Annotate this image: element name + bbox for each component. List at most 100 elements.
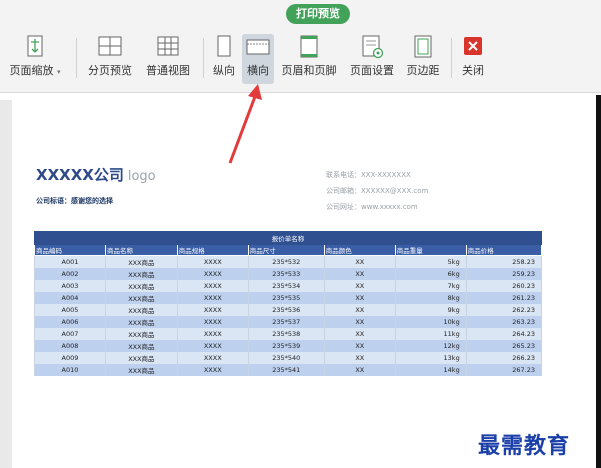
table-cell: XXXX xyxy=(176,304,249,316)
close-button[interactable]: 关闭 xyxy=(456,34,490,84)
table-cell: XXX商品 xyxy=(104,268,178,280)
table-cell: 235*539 xyxy=(247,340,325,352)
landscape-label: 横向 xyxy=(247,64,269,77)
column-header: 商品颜色 xyxy=(323,244,396,256)
table-cell: XXXX xyxy=(176,292,249,304)
table-cell: A010 xyxy=(34,364,106,376)
portrait-button[interactable]: 纵向 xyxy=(208,34,240,84)
table-cell: 13kg xyxy=(394,352,467,364)
table-row: A009 XXX商品 XXXX 235*540 XX 13kg 266.23 xyxy=(34,352,543,364)
table-cell: XXXX xyxy=(176,316,249,328)
portrait-label: 纵向 xyxy=(213,64,235,77)
table-cell: A002 xyxy=(34,268,106,280)
print-preview-tab[interactable]: 打印预览 xyxy=(286,4,350,24)
scrollbar-edge[interactable] xyxy=(596,95,601,468)
page-setup-icon xyxy=(362,35,384,59)
table-cell: XXXX xyxy=(176,352,249,364)
table-cell: XX xyxy=(323,304,396,316)
table-cell: 11kg xyxy=(394,328,467,340)
table-cell: 235*536 xyxy=(247,304,325,316)
close-icon xyxy=(464,37,482,55)
table-cell: A004 xyxy=(34,292,106,304)
contact-website: 公司网址：www.xxxxx.com xyxy=(326,203,418,211)
table-cell: A001 xyxy=(34,255,106,268)
contact-email: 公司邮箱：XXXXXX@XXX.com xyxy=(326,187,429,195)
table-cell: A007 xyxy=(34,328,106,340)
table-cell: 235*533 xyxy=(247,268,325,280)
table-cell: XXX商品 xyxy=(104,255,178,268)
company-name: XXXXX公司 logo xyxy=(36,166,156,184)
page-break-preview-button[interactable]: 分页预览 xyxy=(84,34,136,84)
page-setup-button[interactable]: 页面设置 xyxy=(346,34,398,84)
table-row: A007 XXX商品 XXXX 235*538 XX 11kg 264.23 xyxy=(34,328,543,340)
page-zoom-button[interactable]: 页面缩放 ▾ xyxy=(2,34,68,84)
logo-text: logo xyxy=(127,169,156,184)
table-cell: XXX商品 xyxy=(104,292,178,304)
page-break-preview-label: 分页预览 xyxy=(88,64,132,77)
table-row: A006 XXX商品 XXXX 235*537 XX 10kg 263.23 xyxy=(34,316,543,328)
table-cell: 258.23 xyxy=(465,255,543,268)
table-row: A005 XXX商品 XXXX 235*536 XX 9kg 262.23 xyxy=(34,304,543,316)
table-cell: 9kg xyxy=(394,304,467,316)
table-cell: XXXX xyxy=(176,328,249,340)
table-cell: 8kg xyxy=(394,292,467,304)
page-zoom-label: 页面缩放 xyxy=(9,64,54,77)
table-cell: XX xyxy=(323,268,396,280)
table-cell: 263.23 xyxy=(465,316,543,328)
table-cell: XXXX xyxy=(176,340,249,352)
landscape-button[interactable]: 横向 xyxy=(242,34,274,84)
grid-view-icon xyxy=(157,36,179,56)
divider xyxy=(76,38,77,78)
landscape-page-icon xyxy=(246,39,270,55)
divider xyxy=(203,38,204,78)
table-row: A001 XXX商品 XXXX 235*532 XX 5kg 258.23 xyxy=(34,255,543,268)
header-footer-button[interactable]: 页眉和页脚 xyxy=(278,34,340,84)
table-cell: A009 xyxy=(34,352,106,364)
table-cell: 235*541 xyxy=(247,364,325,376)
table-cell: XX xyxy=(323,328,396,340)
table-cell: XX xyxy=(323,364,396,376)
watermark-text: 最需教育 xyxy=(478,433,571,459)
table-cell: XXXX xyxy=(176,268,249,280)
table-cell: 235*534 xyxy=(247,280,325,292)
table-cell: A008 xyxy=(34,340,106,352)
table-cell: A006 xyxy=(34,316,106,328)
table-cell: XX xyxy=(323,316,396,328)
table-row: A010 XXX商品 XXXX 235*541 XX 14kg 267.23 xyxy=(34,364,543,376)
contact-phone: 联系电话：XXX-XXXXXXX xyxy=(326,171,411,179)
table-cell: 262.23 xyxy=(465,304,543,316)
table-cell: XXX商品 xyxy=(104,352,178,364)
table-cell: XXX商品 xyxy=(104,304,178,316)
table-cell: XX xyxy=(323,280,396,292)
close-label: 关闭 xyxy=(462,64,484,77)
table-row: A002 XXX商品 XXXX 235*533 XX 6kg 259.23 xyxy=(34,268,543,280)
company-slogan: 公司标语：感谢您的选择 xyxy=(36,197,113,205)
header-footer-label: 页眉和页脚 xyxy=(281,64,337,77)
annotation-arrow-icon xyxy=(228,84,262,164)
table-cell: 235*540 xyxy=(247,352,325,364)
table-cell: 235*538 xyxy=(247,328,325,340)
normal-view-button[interactable]: 普通视图 xyxy=(141,34,195,84)
table-cell: XXX商品 xyxy=(104,364,178,376)
column-header: 商品重量 xyxy=(394,244,467,256)
table-cell: XXX商品 xyxy=(104,316,178,328)
quote-table: 报价单名称 商品编码 商品名称 商品规格 商品尺寸 商品颜色 商品重量 商品价格… xyxy=(34,231,543,376)
table-cell: 14kg xyxy=(394,364,467,376)
print-preview-toolbar: 打印预览 页面缩放 ▾ 分页预览 普通视图 纵向 横向 页眉和页脚 页面设置 页… xyxy=(0,0,601,93)
column-header: 商品编码 xyxy=(34,244,106,256)
margins-button[interactable]: 页边距 xyxy=(402,34,444,84)
table-cell: 235*535 xyxy=(247,292,325,304)
table-cell: 7kg xyxy=(394,280,467,292)
table-title: 报价单名称 xyxy=(34,231,542,245)
margins-icon xyxy=(414,35,432,58)
chevron-down-icon: ▾ xyxy=(56,68,61,76)
page-break-preview-icon xyxy=(98,36,122,56)
table-cell: XX xyxy=(323,352,396,364)
column-header: 商品价格 xyxy=(465,244,543,256)
table-cell: XXX商品 xyxy=(104,328,178,340)
table-cell: XXXX xyxy=(176,280,249,292)
table-cell: 259.23 xyxy=(465,268,543,280)
table-cell: XXX商品 xyxy=(104,280,178,292)
table-cell: 6kg xyxy=(394,268,467,280)
divider xyxy=(451,38,452,78)
